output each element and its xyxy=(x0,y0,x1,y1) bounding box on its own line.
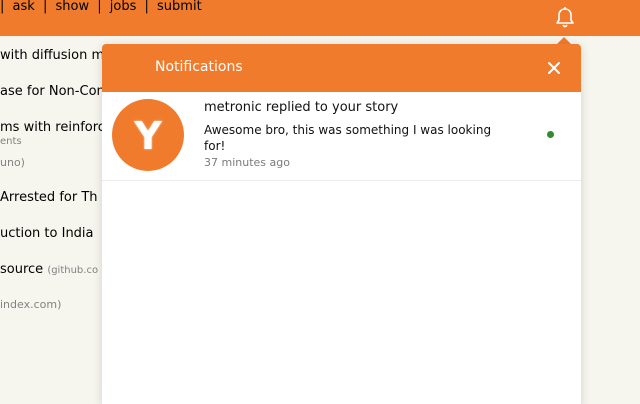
nav-separator: | xyxy=(0,0,5,14)
story-title[interactable]: with diffusion m xyxy=(0,48,104,63)
bell-icon[interactable] xyxy=(554,6,576,30)
story-subtext: ents xyxy=(0,136,22,147)
story-title[interactable]: ase for Non-Com xyxy=(0,84,109,99)
story-domain: uno) xyxy=(0,156,25,169)
close-icon[interactable] xyxy=(546,60,562,76)
nav-link-submit[interactable]: submit xyxy=(157,0,202,14)
top-bar: | ask | show | jobs | submit xyxy=(0,0,640,36)
nav-link-show[interactable]: show xyxy=(55,0,89,14)
notification-time: 37 minutes ago xyxy=(204,156,290,169)
nav-link-jobs[interactable]: jobs xyxy=(110,0,137,14)
story-title[interactable]: uction to India xyxy=(0,226,94,241)
nav-separator: | xyxy=(144,0,149,14)
top-nav: | ask | show | jobs | submit xyxy=(0,0,202,15)
nav-link-ask[interactable]: ask xyxy=(13,0,35,14)
notifications-header: Notifications xyxy=(102,44,581,92)
notification-title: metronic replied to your story xyxy=(204,100,399,115)
notifications-panel: Notifications Y metronic replied to your… xyxy=(102,44,581,404)
story-title[interactable]: source xyxy=(0,262,43,277)
story-title-row: source (github.co xyxy=(0,262,98,277)
notification-body: Awesome bro, this was something I was lo… xyxy=(204,123,492,153)
story-title[interactable]: ms with reinforc xyxy=(0,120,105,135)
nav-separator: | xyxy=(42,0,48,14)
story-title[interactable]: Arrested for Th xyxy=(0,190,98,205)
avatar: Y xyxy=(112,99,184,171)
story-domain: index.com) xyxy=(0,298,62,311)
avatar-letter: Y xyxy=(134,114,162,158)
nav-separator: | xyxy=(97,0,102,14)
unread-indicator xyxy=(547,131,554,138)
notification-item[interactable]: Y metronic replied to your story Awesome… xyxy=(102,92,581,181)
story-domain[interactable]: (github.co xyxy=(47,265,98,276)
notifications-title: Notifications xyxy=(155,59,243,75)
